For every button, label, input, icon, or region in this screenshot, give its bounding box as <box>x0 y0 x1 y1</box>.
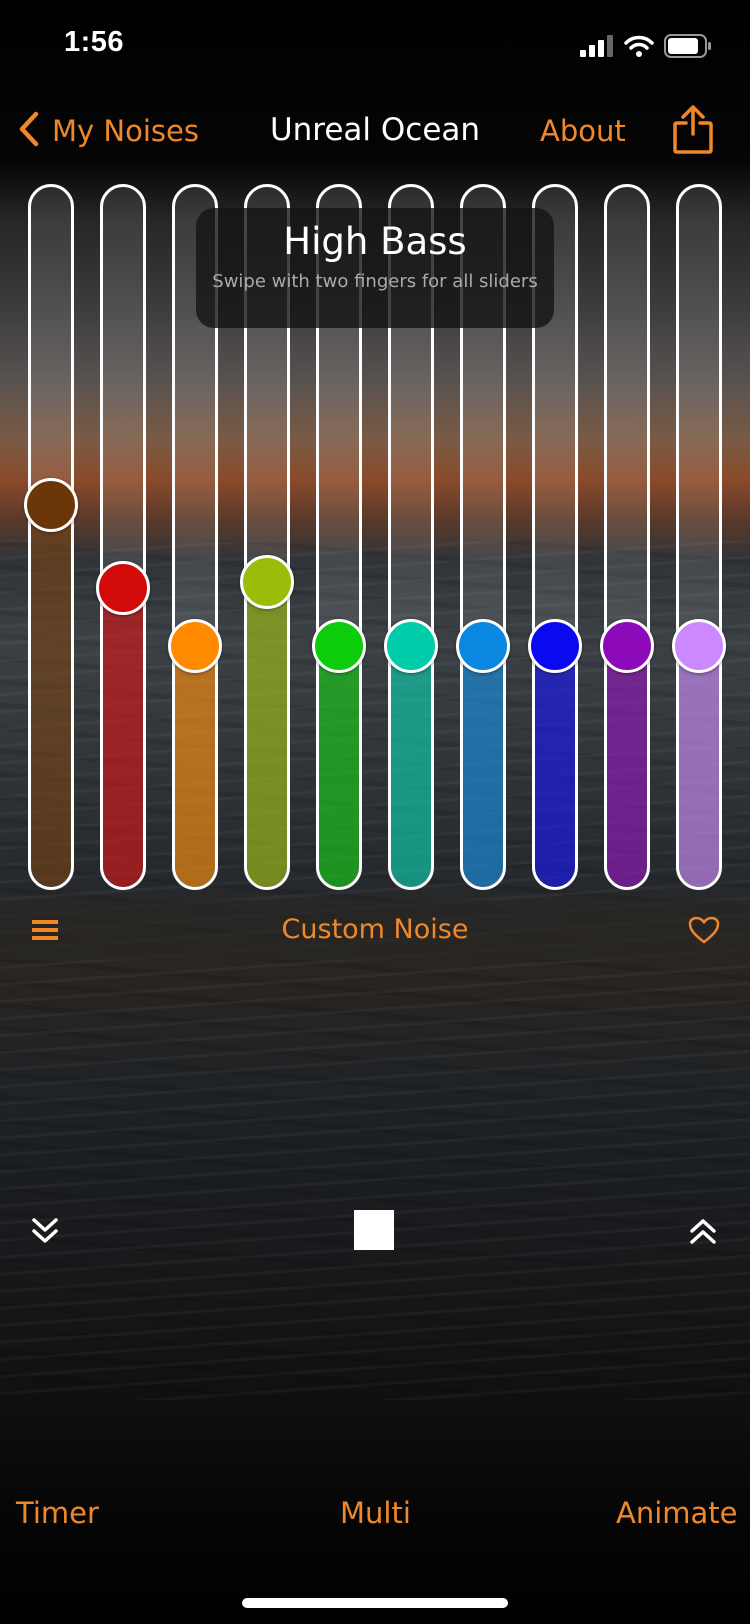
bottom-bar: Timer Multi Animate <box>0 1496 750 1546</box>
tab-animate[interactable]: Animate <box>616 1496 738 1530</box>
about-button[interactable]: About <box>540 114 626 148</box>
slider-knob[interactable] <box>312 619 366 674</box>
status-bar: 1:56 <box>0 0 750 90</box>
heart-icon[interactable] <box>688 916 720 944</box>
slider-knob[interactable] <box>384 619 438 674</box>
tooltip-subtitle: Swipe with two fingers for all sliders <box>212 271 538 292</box>
slider-fill <box>31 501 71 887</box>
slider-fill <box>247 578 287 887</box>
slider-knob[interactable] <box>456 619 510 674</box>
nav-bar: My Noises Unreal Ocean About <box>0 100 750 166</box>
slider-fill <box>463 643 503 887</box>
slider-fill <box>103 585 143 887</box>
slider-track[interactable] <box>604 184 650 890</box>
slider-fill <box>535 643 575 887</box>
page-title: Unreal Ocean <box>269 112 481 148</box>
share-icon[interactable] <box>672 104 714 156</box>
slider-knob[interactable] <box>672 619 726 674</box>
playback-controls <box>0 1200 750 1260</box>
slider-fill <box>319 643 359 887</box>
slider-knob[interactable] <box>24 477 78 532</box>
slider-fill <box>679 643 719 887</box>
slider-knob[interactable] <box>600 619 654 674</box>
tooltip-title: High Bass <box>283 220 467 263</box>
preset-name[interactable]: Custom Noise <box>0 914 750 945</box>
slider-fill <box>607 643 647 887</box>
home-indicator <box>242 1598 508 1608</box>
stop-button[interactable] <box>354 1210 394 1250</box>
battery-icon <box>664 34 711 58</box>
preset-bar: Custom Noise <box>0 900 750 960</box>
status-time: 1:56 <box>64 26 125 58</box>
slider-track[interactable] <box>100 184 146 890</box>
slider-knob[interactable] <box>96 561 150 616</box>
slider-fill <box>175 643 215 887</box>
slider-track[interactable] <box>28 184 74 890</box>
tab-timer[interactable]: Timer <box>16 1496 99 1530</box>
slider-knob[interactable] <box>240 554 294 609</box>
status-icons <box>580 34 712 58</box>
slider-track[interactable] <box>676 184 722 890</box>
tab-multi[interactable]: Multi <box>340 1496 411 1530</box>
wifi-icon <box>624 35 654 57</box>
slider-tooltip: High Bass Swipe with two fingers for all… <box>196 208 554 328</box>
signal-icon <box>580 35 613 57</box>
double-chevron-up-icon[interactable] <box>688 1216 718 1246</box>
slider-fill <box>391 643 431 887</box>
slider-knob[interactable] <box>528 619 582 674</box>
slider-knob[interactable] <box>168 619 222 674</box>
double-chevron-down-icon[interactable] <box>30 1216 60 1246</box>
